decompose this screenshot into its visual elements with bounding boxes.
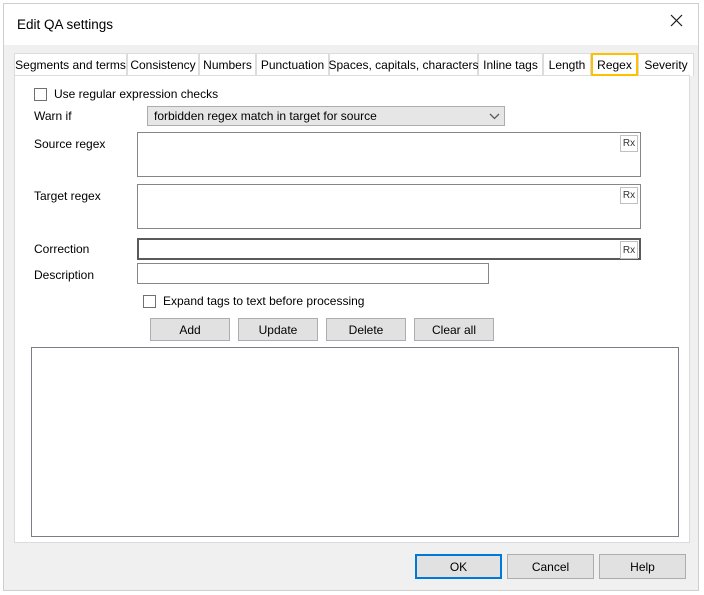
tab-spaces-capitals-characters[interactable]: Spaces, capitals, characters [329, 53, 478, 76]
target-regex-rx-button[interactable]: Rx [620, 187, 638, 204]
footer-bar: OKCancelHelp [4, 543, 698, 590]
tab-regex[interactable]: Regex [591, 53, 638, 76]
tab-numbers[interactable]: Numbers [199, 53, 256, 76]
tab-severity[interactable]: Severity [638, 53, 694, 76]
close-icon [670, 14, 683, 27]
ok-button[interactable]: OK [415, 554, 502, 579]
delete-button[interactable]: Delete [326, 318, 406, 341]
chevron-down-icon [484, 112, 504, 120]
use-regex-checkbox[interactable]: Use regular expression checks [34, 87, 218, 101]
tab-label: Severity [644, 58, 687, 72]
tab-length[interactable]: Length [543, 53, 591, 76]
results-list[interactable] [31, 347, 679, 537]
checkbox-box [34, 88, 47, 101]
tab-segments-and-terms[interactable]: Segments and terms [14, 53, 127, 76]
checkbox-box [143, 295, 156, 308]
correction-label: Correction [34, 242, 89, 256]
description-label: Description [34, 268, 94, 282]
correction-input[interactable]: Rx [137, 238, 641, 260]
clear-all-button[interactable]: Clear all [414, 318, 494, 341]
tab-label: Inline tags [483, 58, 538, 72]
source-regex-input[interactable]: Rx [137, 132, 641, 177]
warn-if-value: forbidden regex match in target for sour… [148, 109, 484, 123]
warn-if-dropdown[interactable]: forbidden regex match in target for sour… [147, 106, 505, 126]
use-regex-checkbox-label: Use regular expression checks [54, 87, 218, 101]
tab-label: Spaces, capitals, characters [328, 58, 478, 72]
tab-inline-tags[interactable]: Inline tags [478, 53, 543, 76]
source-regex-rx-button[interactable]: Rx [620, 135, 638, 152]
add-button[interactable]: Add [150, 318, 230, 341]
target-regex-label: Target regex [34, 189, 101, 203]
dialog-window: Edit QA settings Segments and terms Consi… [3, 3, 699, 591]
title-bar: Edit QA settings [4, 4, 698, 45]
warn-if-label: Warn if [34, 109, 72, 123]
description-input[interactable] [137, 263, 489, 284]
tab-consistency[interactable]: Consistency [127, 53, 199, 76]
cancel-button[interactable]: Cancel [507, 554, 594, 579]
tab-panel-regex: Use regular expression checks Warn if fo… [14, 75, 690, 543]
expand-tags-checkbox-label: Expand tags to text before processing [163, 294, 364, 308]
correction-rx-button[interactable]: Rx [620, 241, 638, 259]
update-button[interactable]: Update [238, 318, 318, 341]
tab-strip: Segments and terms Consistency Numbers Punc… [14, 53, 690, 76]
source-regex-label: Source regex [34, 137, 105, 151]
tab-label: Consistency [130, 58, 195, 72]
expand-tags-checkbox[interactable]: Expand tags to text before processing [143, 294, 364, 308]
tab-punctuation[interactable]: Punctuation [256, 53, 329, 76]
tab-label: Regex [597, 58, 632, 72]
help-button[interactable]: Help [599, 554, 686, 579]
tab-label: Length [549, 58, 586, 72]
tab-label: Numbers [203, 58, 252, 72]
tab-label: Segments and terms [15, 58, 126, 72]
tab-label: Punctuation [261, 58, 324, 72]
target-regex-input[interactable]: Rx [137, 184, 641, 229]
close-button[interactable] [654, 4, 698, 36]
page-title: Edit QA settings [17, 17, 113, 32]
